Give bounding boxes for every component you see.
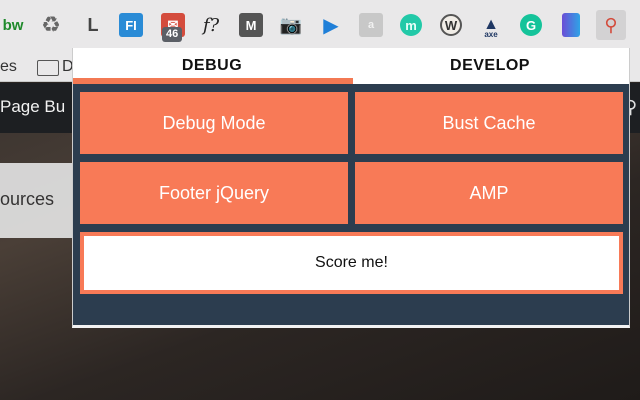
m-circle-extension-icon[interactable]: m: [398, 10, 424, 40]
amp-button[interactable]: AMP: [355, 162, 623, 224]
bookmark-partial-label[interactable]: es: [0, 58, 17, 76]
tab-develop[interactable]: DEVELOP: [351, 48, 629, 84]
bw-extension-icon[interactable]: bw: [0, 10, 26, 40]
recycle-extension-icon[interactable]: ♻: [38, 10, 64, 40]
axe-extension-icon[interactable]: ▲ axe: [478, 10, 504, 40]
fq-extension-icon[interactable]: f?: [198, 10, 224, 40]
unread-count-badge: 46: [162, 27, 183, 42]
gmail-extension-icon[interactable]: ✉ 46: [160, 10, 186, 42]
grammarly-extension-icon[interactable]: G: [518, 10, 544, 40]
arrow-extension-icon[interactable]: ▶: [318, 10, 344, 40]
debug-mode-button[interactable]: Debug Mode: [80, 92, 348, 154]
extension-popup: DEBUG DEVELOP Debug Mode Bust Cache Foot…: [72, 48, 630, 328]
browser-toolbar: bw ♻ L FI ✉ 46 f? M 📷 ▶ a m W ▲ axe G ⚲: [0, 0, 640, 52]
popup-tabs: DEBUG DEVELOP: [73, 48, 629, 84]
camera-extension-icon[interactable]: 📷: [278, 10, 304, 40]
active-extension-icon[interactable]: ⚲: [596, 10, 626, 40]
w-extension-icon[interactable]: W: [438, 10, 464, 40]
sources-label[interactable]: ources: [0, 189, 54, 210]
score-me-button[interactable]: Score me!: [80, 232, 623, 294]
page-nav-label[interactable]: Page Bu: [0, 97, 65, 117]
bust-cache-button[interactable]: Bust Cache: [355, 92, 623, 154]
ai-extension-icon[interactable]: a: [358, 10, 384, 40]
book-extension-icon[interactable]: [558, 10, 584, 40]
footer-jquery-button[interactable]: Footer jQuery: [80, 162, 348, 224]
m-extension-icon[interactable]: M: [238, 10, 264, 40]
sources-panel: ources: [0, 163, 75, 238]
active-tab-indicator: [73, 78, 353, 84]
l-extension-icon[interactable]: L: [80, 10, 106, 40]
fi-extension-icon[interactable]: FI: [118, 10, 144, 40]
folder-icon[interactable]: [37, 60, 59, 76]
